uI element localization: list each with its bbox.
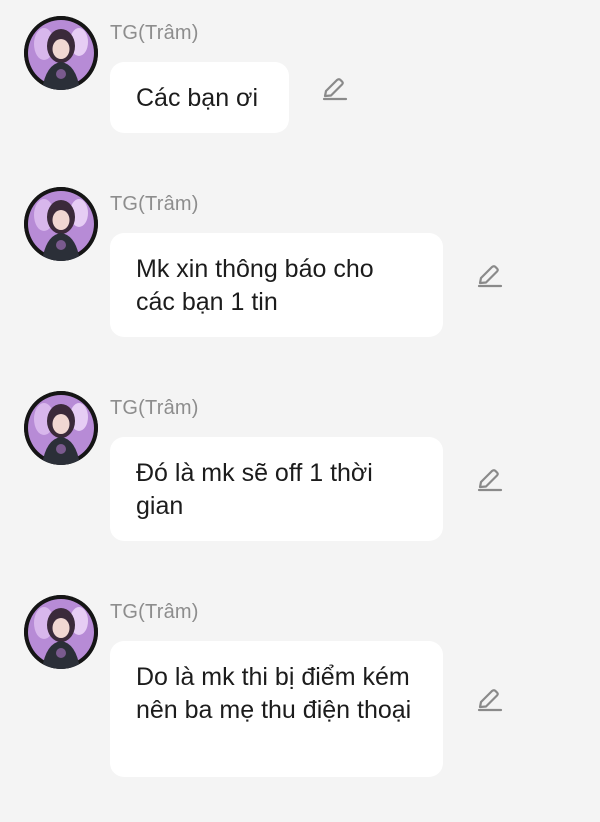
message-bubble[interactable]: Các bạn ơi — [110, 62, 289, 133]
avatar[interactable] — [24, 595, 98, 669]
pencil-icon[interactable] — [320, 76, 348, 102]
avatar[interactable] — [24, 187, 98, 261]
message-bubble[interactable]: Do là mk thi bị điểm kém nên ba mẹ thu đ… — [110, 641, 443, 777]
pencil-icon[interactable] — [475, 263, 503, 289]
avatar-image — [24, 16, 98, 90]
avatar-image — [24, 187, 98, 261]
avatar-image — [24, 595, 98, 669]
message-1: TG(Trâm) Các bạn ơi — [0, 16, 600, 136]
pencil-icon[interactable] — [475, 467, 503, 493]
sender-name: TG(Trâm) — [110, 193, 199, 215]
message-bubble[interactable]: Mk xin thông báo cho các bạn 1 tin — [110, 233, 443, 337]
message-2: TG(Trâm) Mk xin thông báo cho các bạn 1 … — [0, 187, 600, 339]
sender-name: TG(Trâm) — [110, 22, 199, 44]
avatar-image — [24, 391, 98, 465]
message-3: TG(Trâm) Đó là mk sẽ off 1 thời gian — [0, 391, 600, 543]
avatar[interactable] — [24, 391, 98, 465]
pencil-icon[interactable] — [475, 687, 503, 713]
sender-name: TG(Trâm) — [110, 397, 199, 419]
avatar[interactable] — [24, 16, 98, 90]
message-bubble[interactable]: Đó là mk sẽ off 1 thời gian — [110, 437, 443, 541]
sender-name: TG(Trâm) — [110, 601, 199, 623]
message-4: TG(Trâm) Do là mk thi bị điểm kém nên ba… — [0, 595, 600, 785]
